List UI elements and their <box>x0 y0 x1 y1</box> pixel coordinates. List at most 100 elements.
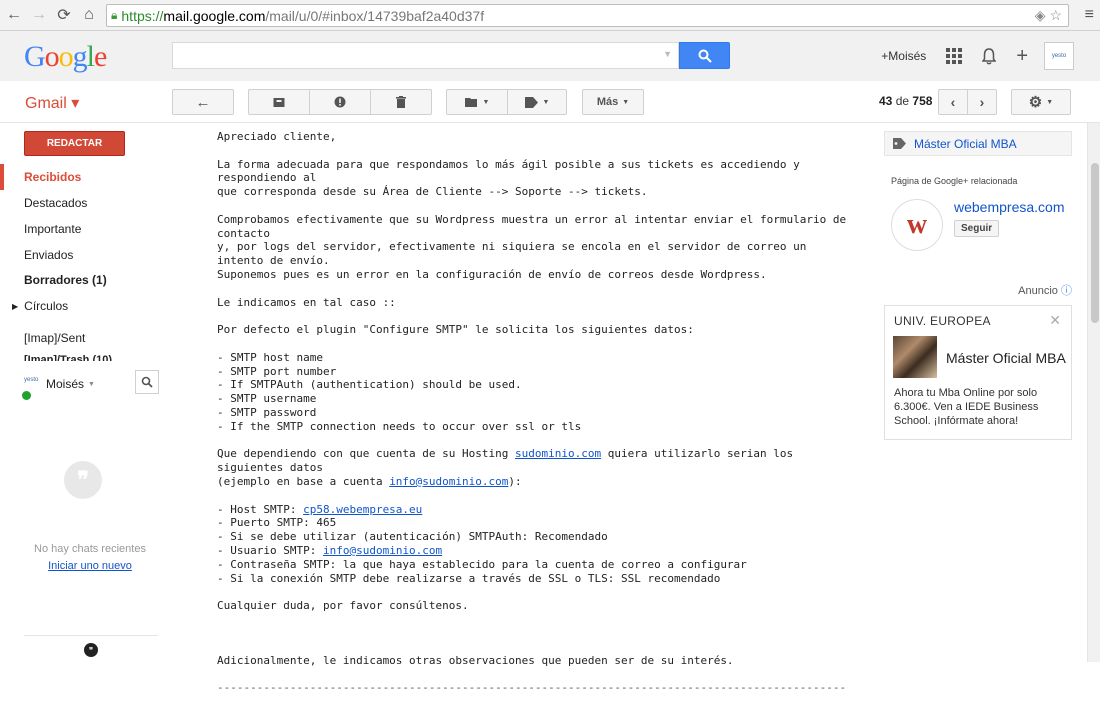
more-label: Más <box>596 96 619 108</box>
archive-icon <box>273 97 285 107</box>
text: - Contraseña SMTP: la que haya estableci… <box>217 557 747 571</box>
message-paragraph: Le indicamos en tal caso :: <box>217 295 396 309</box>
profile-logo[interactable]: w <box>891 199 943 251</box>
no-chats-text: No hay chats recientes <box>34 543 146 555</box>
divider-line: ----------------------------------------… <box>217 681 847 695</box>
ad-image <box>893 336 937 378</box>
bookmark-star-icon[interactable]: ◈ ☆ <box>1035 7 1062 24</box>
apps-grid-icon[interactable] <box>946 48 963 64</box>
profile-name[interactable]: webempresa.com <box>954 199 1065 215</box>
related-label: Máster Oficial MBA <box>914 136 1017 151</box>
folder-icon <box>464 98 477 107</box>
scrollbar-thumb[interactable] <box>1091 163 1099 323</box>
sidebar-item-imap-trash[interactable]: [Imap]/Trash (10) <box>0 351 160 361</box>
message-paragraph: Cualquier duda, por favor consúltenos. <box>217 599 469 613</box>
delete-button[interactable] <box>370 89 432 115</box>
move-to-button[interactable]: ▼ <box>446 89 508 115</box>
search-input[interactable]: ▼ <box>172 42 679 69</box>
chat-search-button[interactable] <box>135 370 159 394</box>
forward-icon[interactable]: → <box>28 4 50 26</box>
domain-link[interactable]: sudominio.com <box>515 447 601 460</box>
back-to-inbox-button[interactable]: ← <box>172 89 234 115</box>
text: - Puerto SMTP: 465 <box>217 516 337 530</box>
start-chat-link[interactable]: Iniciar uno nuevo <box>20 560 160 572</box>
chevron-down-icon: ▼ <box>1046 98 1054 106</box>
sidebar-item-important[interactable]: Importante <box>0 216 160 242</box>
share-plus-icon[interactable]: + <box>1016 45 1028 68</box>
reload-icon[interactable]: ⟳ <box>53 4 75 26</box>
message-paragraph: Comprobamos efectivamente que su Wordpre… <box>217 212 847 281</box>
gplus-label: Página de Google+ relacionada <box>891 176 1018 186</box>
sidebar-item-sent[interactable]: Enviados <box>0 242 160 268</box>
plus-user-link[interactable]: +Moisés <box>881 49 926 63</box>
chevron-down-icon: ▼ <box>542 98 550 106</box>
search-options-icon[interactable]: ▼ <box>663 49 672 59</box>
browser-toolbar: ← → ⟳ ⌂ 🔒︎ https://mail.google.com/mail/… <box>0 0 1100 31</box>
pager-of: de <box>895 94 910 108</box>
archive-button[interactable] <box>248 89 310 115</box>
arrow-left-icon: ← <box>195 93 211 111</box>
message-paragraph: La forma adecuada para que respondamos l… <box>217 157 800 199</box>
message-paragraph: Por defecto el plugin "Configure SMTP" l… <box>217 323 694 337</box>
report-spam-button[interactable] <box>309 89 371 115</box>
message-greeting: Apreciado cliente, <box>217 130 337 143</box>
gmail-menu[interactable]: Gmail ▾ <box>25 93 79 113</box>
lock-icon: 🔒︎ <box>111 8 118 22</box>
scrollbar[interactable] <box>1087 123 1100 662</box>
sidebar-item-inbox[interactable]: Recibidos <box>0 164 160 190</box>
sidebar-item-imap-sent[interactable]: [Imap]/Sent <box>0 325 160 351</box>
ad-card[interactable]: UNIV. EUROPEA ✕ Máster Oficial MBA Ahora… <box>884 305 1072 440</box>
sidebar-item-drafts[interactable]: Borradores (1) <box>0 267 160 293</box>
search-icon <box>141 376 153 388</box>
spam-icon <box>334 96 346 108</box>
url-scheme: https:// <box>121 7 164 24</box>
pager-range: 43 <box>879 94 893 108</box>
divider <box>24 635 158 636</box>
bell-icon[interactable] <box>982 47 997 65</box>
settings-button[interactable]: ⚙ ▼ <box>1011 89 1071 115</box>
address-bar[interactable]: 🔒︎ https://mail.google.com/mail/u/0/#inb… <box>106 4 1069 27</box>
sidebar-item-starred[interactable]: Destacados <box>0 190 160 216</box>
header-actions: +Moisés + yesto <box>881 31 1100 81</box>
hangouts-icon[interactable]: ❞ <box>84 643 98 657</box>
host-link[interactable]: cp58.webempresa.eu <box>303 503 422 516</box>
label-tag-icon <box>524 96 538 108</box>
ad-body: Ahora tu Mba Online por solo 6.300€. Ven… <box>894 387 1039 427</box>
home-icon[interactable]: ⌂ <box>78 4 100 26</box>
sidebar-item-circles[interactable]: ▶ Círculos <box>0 293 160 319</box>
message-list: - SMTP host name - SMTP port number - If… <box>217 350 582 433</box>
label-tag-icon <box>893 138 906 149</box>
info-icon[interactable]: ⓘ <box>1061 285 1072 297</box>
google-header: Google ▼ +Moisés + yesto <box>0 31 1100 81</box>
avatar[interactable]: yesto <box>1044 42 1074 70</box>
message-paragraph: Adicionalmente, le indicamos otras obser… <box>217 653 734 667</box>
follow-button[interactable]: Seguir <box>954 220 1000 237</box>
email-link[interactable]: info@sudominio.com <box>323 544 442 557</box>
email-link[interactable]: info@sudominio.com <box>389 475 508 488</box>
chevron-right-icon: › <box>979 94 985 110</box>
close-icon[interactable]: ✕ <box>1049 312 1061 329</box>
chat-user-name: Moisés <box>46 377 85 391</box>
chevron-left-icon: ‹ <box>950 94 956 110</box>
related-mba-link[interactable]: Máster Oficial MBA <box>884 131 1072 156</box>
pager-total: 758 <box>912 94 933 108</box>
pager: 43 de 758 <box>879 94 932 108</box>
labels-button[interactable]: ▼ <box>507 89 567 115</box>
message-list: - Host SMTP: cp58.webempresa.eu - Puerto… <box>217 503 847 586</box>
search-button[interactable] <box>679 42 730 69</box>
ad-label-text: Anuncio <box>1018 285 1058 297</box>
ad-headline[interactable]: Máster Oficial MBA <box>946 350 1066 366</box>
back-icon[interactable]: ← <box>3 4 25 26</box>
expand-arrow-icon[interactable]: ▶ <box>12 302 18 311</box>
compose-button[interactable]: REDACTAR <box>24 131 125 156</box>
sidebar-item-label: Círculos <box>24 299 69 313</box>
more-button[interactable]: Más ▼ <box>582 89 644 115</box>
gear-icon: ⚙ <box>1028 94 1043 111</box>
text: ): <box>508 474 522 488</box>
message-body: Apreciado cliente, La forma adecuada par… <box>217 130 847 709</box>
older-button[interactable]: › <box>967 89 997 115</box>
browser-menu-icon[interactable]: ≡ <box>1085 6 1094 24</box>
text: - Host SMTP: <box>217 502 304 516</box>
newer-button[interactable]: ‹ <box>938 89 968 115</box>
google-logo[interactable]: Google <box>24 40 107 74</box>
